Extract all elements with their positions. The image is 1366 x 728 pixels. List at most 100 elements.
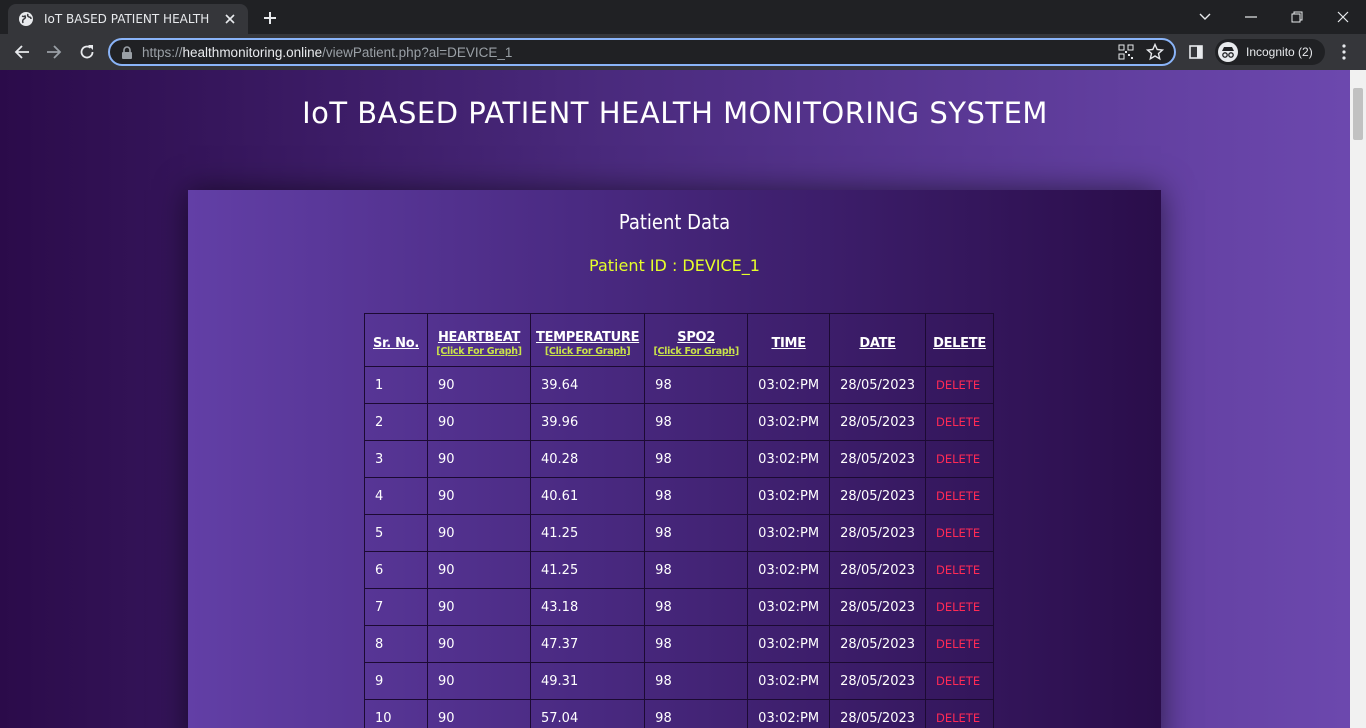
table-row: 2 90 39.96 98 03:02:PM 28/05/2023 DELETE bbox=[364, 403, 995, 441]
heartbeat-graph-link[interactable]: [Click For Graph] bbox=[433, 346, 525, 357]
window-close-icon[interactable] bbox=[1332, 6, 1354, 28]
cell-date: 28/05/2023 bbox=[829, 625, 927, 663]
header-time: TIME bbox=[747, 313, 831, 367]
minimize-icon[interactable] bbox=[1240, 6, 1262, 28]
cell-sr-no: 9 bbox=[364, 662, 428, 700]
cell-date: 28/05/2023 bbox=[829, 514, 927, 552]
url-scheme: https:// bbox=[142, 45, 183, 60]
cell-spo2: 98 bbox=[644, 551, 749, 589]
header-heartbeat: HEARTBEAT [Click For Graph] bbox=[427, 313, 531, 367]
cell-date: 28/05/2023 bbox=[829, 477, 927, 515]
table-row: 8 90 47.37 98 03:02:PM 28/05/2023 DELETE bbox=[364, 625, 995, 663]
restore-icon[interactable] bbox=[1286, 6, 1308, 28]
browser-tab-strip: IoT BASED PATIENT HEALTH MONITORING bbox=[0, 0, 1366, 34]
plus-icon[interactable] bbox=[260, 8, 280, 28]
close-icon[interactable] bbox=[222, 11, 238, 27]
delete-link[interactable]: DELETE bbox=[925, 699, 995, 728]
cell-time: 03:02:PM bbox=[747, 366, 831, 404]
cell-time: 03:02:PM bbox=[747, 588, 831, 626]
qr-code-icon[interactable] bbox=[1118, 44, 1136, 62]
cell-date: 28/05/2023 bbox=[829, 588, 927, 626]
cell-sr-no: 4 bbox=[364, 477, 428, 515]
incognito-profile-button[interactable]: Incognito (2) bbox=[1215, 39, 1325, 65]
header-date: DATE bbox=[829, 313, 927, 367]
star-icon[interactable] bbox=[1146, 43, 1166, 63]
table-row: 7 90 43.18 98 03:02:PM 28/05/2023 DELETE bbox=[364, 588, 995, 626]
lock-icon[interactable] bbox=[121, 46, 133, 60]
url-text: https://healthmonitoring.online/viewPati… bbox=[142, 45, 512, 60]
forward-arrow-icon[interactable] bbox=[42, 40, 66, 64]
cell-time: 03:02:PM bbox=[747, 514, 831, 552]
cell-date: 28/05/2023 bbox=[829, 699, 927, 728]
address-bar[interactable]: https://healthmonitoring.online/viewPati… bbox=[108, 38, 1176, 66]
cell-temperature: 43.18 bbox=[529, 588, 646, 626]
delete-link[interactable]: DELETE bbox=[925, 662, 995, 700]
cell-date: 28/05/2023 bbox=[829, 440, 927, 478]
delete-link[interactable]: DELETE bbox=[925, 403, 995, 441]
back-arrow-icon[interactable] bbox=[10, 40, 34, 64]
cell-spo2: 98 bbox=[644, 514, 749, 552]
header-time-label: TIME bbox=[771, 335, 806, 351]
temperature-graph-link[interactable]: [Click For Graph] bbox=[536, 346, 639, 357]
browser-toolbar: https://healthmonitoring.online/viewPati… bbox=[0, 34, 1366, 70]
table-row: 6 90 41.25 98 03:02:PM 28/05/2023 DELETE bbox=[364, 551, 995, 589]
cell-time: 03:02:PM bbox=[747, 551, 831, 589]
cell-time: 03:02:PM bbox=[747, 403, 831, 441]
cell-sr-no: 3 bbox=[364, 440, 428, 478]
table-row: 4 90 40.61 98 03:02:PM 28/05/2023 DELETE bbox=[364, 477, 995, 515]
delete-link[interactable]: DELETE bbox=[925, 477, 995, 515]
delete-link[interactable]: DELETE bbox=[925, 588, 995, 626]
spo2-graph-link[interactable]: [Click For Graph] bbox=[650, 346, 742, 357]
delete-link[interactable]: DELETE bbox=[925, 625, 995, 663]
cell-date: 28/05/2023 bbox=[829, 403, 927, 441]
incognito-icon bbox=[1218, 42, 1238, 62]
side-panel-icon[interactable] bbox=[1186, 42, 1206, 62]
cell-heartbeat: 90 bbox=[427, 588, 531, 626]
url-path: /viewPatient.php?al=DEVICE_1 bbox=[322, 45, 513, 60]
delete-link[interactable]: DELETE bbox=[925, 366, 995, 404]
cell-spo2: 98 bbox=[644, 440, 749, 478]
cell-time: 03:02:PM bbox=[747, 440, 831, 478]
chevron-down-icon[interactable] bbox=[1194, 6, 1216, 28]
patient-id: Patient ID : DEVICE_1 bbox=[589, 256, 760, 275]
cell-temperature: 41.25 bbox=[529, 551, 646, 589]
cell-sr-no: 1 bbox=[364, 366, 428, 404]
cell-sr-no: 7 bbox=[364, 588, 428, 626]
table-row: 10 90 57.04 98 03:02:PM 28/05/2023 DELETE bbox=[364, 699, 995, 728]
patient-data-card: Patient Data Patient ID : DEVICE_1 Sr. N… bbox=[188, 190, 1161, 728]
cell-heartbeat: 90 bbox=[427, 514, 531, 552]
table-row: 3 90 40.28 98 03:02:PM 28/05/2023 DELETE bbox=[364, 440, 995, 478]
header-sr-no-label: Sr. No. bbox=[372, 335, 420, 351]
cell-spo2: 98 bbox=[644, 403, 749, 441]
scrollbar-thumb[interactable] bbox=[1353, 88, 1363, 140]
header-date-label: DATE bbox=[859, 335, 896, 351]
vertical-scrollbar[interactable] bbox=[1350, 70, 1366, 728]
cell-heartbeat: 90 bbox=[427, 403, 531, 441]
browser-tab[interactable]: IoT BASED PATIENT HEALTH MONITORING bbox=[8, 4, 248, 34]
header-temperature: TEMPERATURE [Click For Graph] bbox=[529, 313, 646, 367]
cell-temperature: 57.04 bbox=[529, 699, 646, 728]
cell-spo2: 98 bbox=[644, 699, 749, 728]
site-title: IoT BASED PATIENT HEALTH MONITORING SYST… bbox=[302, 96, 1048, 130]
header-delete-label: DELETE bbox=[933, 335, 986, 351]
table-row: 1 90 39.64 98 03:02:PM 28/05/2023 DELETE bbox=[364, 366, 995, 404]
cell-spo2: 98 bbox=[644, 662, 749, 700]
cell-date: 28/05/2023 bbox=[829, 662, 927, 700]
cell-date: 28/05/2023 bbox=[829, 366, 927, 404]
globe-icon bbox=[18, 11, 34, 27]
cell-sr-no: 5 bbox=[364, 514, 428, 552]
table-header-row: Sr. No. HEARTBEAT [Click For Graph] TEMPE… bbox=[364, 313, 995, 367]
cell-heartbeat: 90 bbox=[427, 440, 531, 478]
cell-heartbeat: 90 bbox=[427, 477, 531, 515]
table-row: 9 90 49.31 98 03:02:PM 28/05/2023 DELETE bbox=[364, 662, 995, 700]
reload-icon[interactable] bbox=[75, 40, 99, 64]
delete-link[interactable]: DELETE bbox=[925, 514, 995, 552]
incognito-label: Incognito (2) bbox=[1246, 45, 1313, 59]
cell-heartbeat: 90 bbox=[427, 551, 531, 589]
cell-heartbeat: 90 bbox=[427, 699, 531, 728]
cell-sr-no: 6 bbox=[364, 551, 428, 589]
header-spo2: SPO2 [Click For Graph] bbox=[644, 313, 749, 367]
delete-link[interactable]: DELETE bbox=[925, 440, 995, 478]
kebab-menu-icon[interactable] bbox=[1334, 42, 1354, 62]
delete-link[interactable]: DELETE bbox=[925, 551, 995, 589]
